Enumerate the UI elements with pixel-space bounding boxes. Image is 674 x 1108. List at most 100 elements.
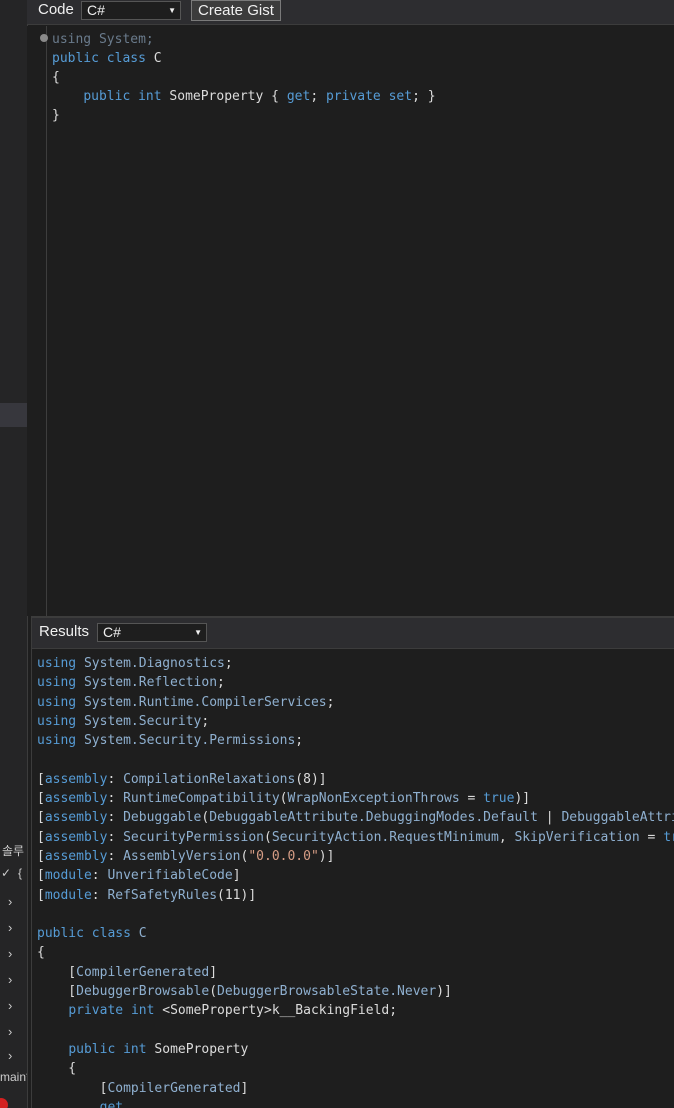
code-token: : xyxy=(107,829,124,845)
check-icon: ✓ xyxy=(1,866,12,880)
source-code[interactable]: using System; public class C { public in… xyxy=(52,30,436,125)
code-token: [ xyxy=(37,887,45,903)
code-line: using System.Security.Permissions; xyxy=(37,733,303,748)
results-language-value: C# xyxy=(103,624,121,640)
code-token: module xyxy=(44,868,92,884)
code-line: public int SomeProperty xyxy=(37,1042,248,1057)
code-token: : xyxy=(91,887,108,903)
code-token: : xyxy=(107,848,124,864)
code-token: CompilerGenerated xyxy=(107,1080,241,1096)
code-token: assembly xyxy=(44,791,108,807)
code-line: [assembly: RuntimeCompatibility(WrapNonE… xyxy=(37,791,530,806)
code-token: private xyxy=(325,89,381,104)
code-line: using System.Security; xyxy=(37,714,209,729)
code-token: assembly xyxy=(44,771,108,787)
code-token: DebuggerBrowsableState.Never xyxy=(217,984,437,1000)
code-label: Code xyxy=(38,1,74,18)
code-language-select[interactable]: C# ▼ xyxy=(81,1,181,20)
selected-item-highlight[interactable] xyxy=(0,403,27,427)
code-token: "0.0.0.0" xyxy=(248,848,319,864)
code-token: [ xyxy=(37,791,45,807)
code-token: } xyxy=(52,108,60,123)
chevron-right-icon[interactable]: › xyxy=(8,920,12,935)
chevron-right-icon[interactable]: › xyxy=(8,972,12,987)
chevron-right-icon[interactable]: › xyxy=(8,1024,12,1039)
code-token: assembly xyxy=(44,810,108,826)
code-line: [CompilerGenerated] xyxy=(37,965,217,980)
code-token: using System; xyxy=(52,32,154,47)
results-language-select[interactable]: C# ▼ xyxy=(97,623,207,642)
code-token: , xyxy=(498,829,515,845)
code-token: C xyxy=(138,926,147,942)
code-token: <SomeProperty>k__BackingField; xyxy=(154,1003,398,1019)
code-toolbar: Code C# ▼ Create Gist xyxy=(27,0,674,25)
code-token: assembly xyxy=(44,848,108,864)
code-token: module xyxy=(44,887,92,903)
code-token: = xyxy=(639,829,664,845)
code-token: | xyxy=(537,810,562,826)
code-token: System.Reflection xyxy=(83,675,218,691)
code-line: [assembly: AssemblyVersion("0.0.0.0")] xyxy=(37,849,334,864)
code-token: [ xyxy=(37,964,77,980)
code-token: using xyxy=(37,733,77,749)
chevron-right-icon[interactable]: › xyxy=(8,946,12,961)
code-token: AssemblyVersion xyxy=(123,848,241,864)
code-line: using System.Runtime.CompilerServices; xyxy=(37,695,334,710)
create-gist-button[interactable]: Create Gist xyxy=(191,0,281,21)
code-line: public class C xyxy=(52,51,162,66)
dropdown-arrow-icon: ▼ xyxy=(168,6,176,15)
code-token: ; } xyxy=(412,89,436,104)
branch-label: main* xyxy=(0,1070,28,1084)
code-line: [assembly: Debuggable(DebuggableAttribut… xyxy=(37,810,674,825)
code-token: [ xyxy=(37,984,77,1000)
chevron-right-icon[interactable]: › xyxy=(8,998,12,1013)
lightbulb-icon[interactable] xyxy=(40,34,48,42)
chevron-right-icon[interactable]: › xyxy=(8,894,12,909)
code-token: WrapNonExceptionThrows xyxy=(287,791,460,807)
code-token: CompilerGenerated xyxy=(76,964,210,980)
decompiled-code: using System.Diagnostics; using System.R… xyxy=(37,654,674,1108)
code-token: System.Runtime.CompilerServices xyxy=(83,694,327,710)
brace-label: { xyxy=(18,866,23,880)
results-panel[interactable]: using System.Diagnostics; using System.R… xyxy=(31,649,674,1108)
code-token: assembly xyxy=(44,829,108,845)
results-toolbar: Results C# ▼ xyxy=(31,618,674,649)
code-token: [ xyxy=(37,829,45,845)
code-token: RefSafetyRules xyxy=(107,887,218,903)
code-token: ] xyxy=(232,868,241,884)
code-line: [DebuggerBrowsable(DebuggerBrowsableStat… xyxy=(37,984,452,999)
code-line: using System.Reflection; xyxy=(37,675,225,690)
left-side-panel: 솔루 ✓ { › › › › › › › main* xyxy=(0,0,28,1108)
code-language-value: C# xyxy=(87,2,105,18)
code-token: using xyxy=(37,675,77,691)
code-token: class xyxy=(91,926,131,942)
code-token: public xyxy=(83,89,131,104)
code-line: [module: UnverifiableCode] xyxy=(37,868,241,883)
code-line: [assembly: CompilationRelaxations(8)] xyxy=(37,772,327,787)
code-token: true xyxy=(663,829,674,845)
code-token: (8)] xyxy=(295,771,327,787)
code-line: { xyxy=(37,945,45,960)
code-token: : xyxy=(107,771,124,787)
code-token: public xyxy=(68,1041,116,1057)
code-token: UnverifiableCode xyxy=(107,868,233,884)
code-token: [ xyxy=(37,848,45,864)
code-token: ; xyxy=(326,694,335,710)
code-editor[interactable]: using System; public class C { public in… xyxy=(27,26,674,616)
code-token: SkipVerification xyxy=(514,829,640,845)
code-line: using System.Diagnostics; xyxy=(37,656,233,671)
error-indicator-icon[interactable] xyxy=(0,1098,8,1108)
code-token: : xyxy=(91,868,108,884)
chevron-right-icon[interactable]: › xyxy=(8,1048,12,1063)
code-token: ( xyxy=(209,984,218,1000)
code-token: SecurityPermission xyxy=(123,829,264,845)
code-line: [assembly: SecurityPermission(SecurityAc… xyxy=(37,830,674,845)
